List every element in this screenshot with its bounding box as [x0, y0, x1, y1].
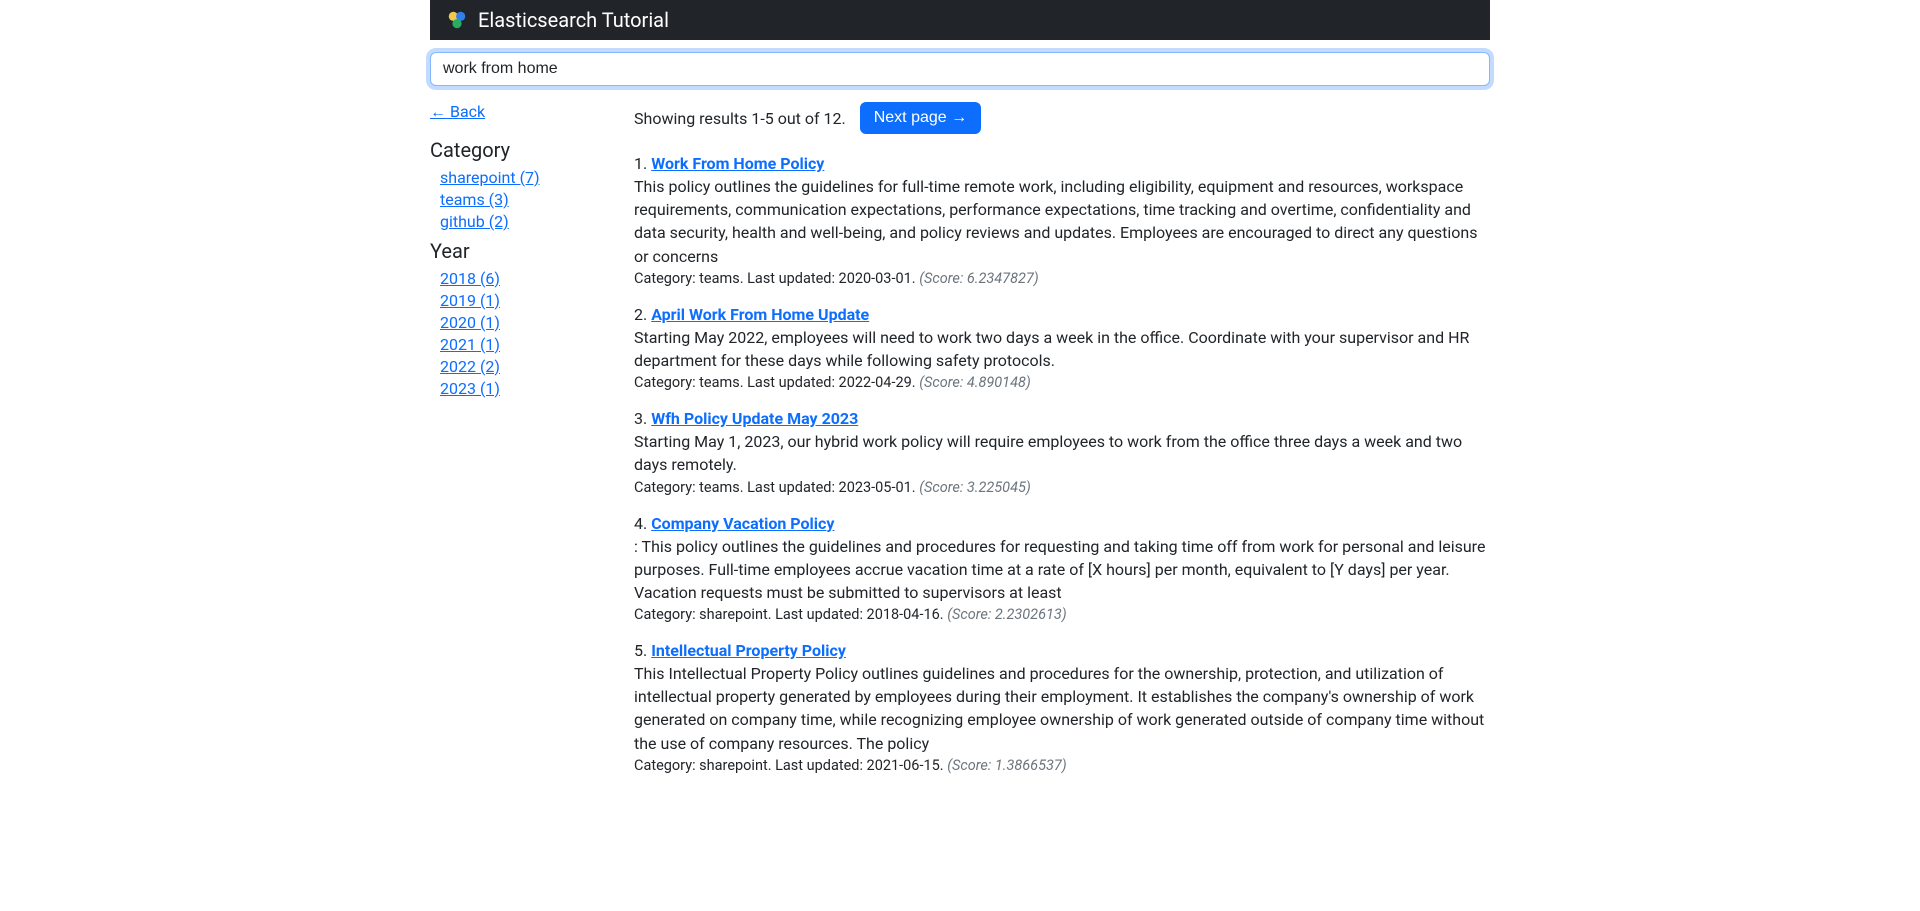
facet-item: teams (3) — [430, 190, 610, 209]
result-snippet: : This policy outlines the guidelines an… — [634, 535, 1490, 605]
container: ← Back Category sharepoint (7) teams (3)… — [430, 40, 1490, 792]
facet-list-year: 2018 (6) 2019 (1) 2020 (1) 2021 (1) 2022… — [430, 269, 610, 398]
result-meta: Category: sharepoint. Last updated: 2018… — [634, 606, 1490, 623]
search-row — [430, 52, 1490, 86]
result-heading: 3. Wfh Policy Update May 2023 — [634, 409, 1490, 428]
result-heading: 2. April Work From Home Update — [634, 305, 1490, 324]
result-number: 1. — [634, 154, 651, 173]
result-meta: Category: teams. Last updated: 2023-05-0… — [634, 479, 1490, 496]
main: Showing results 1-5 out of 12. Next page… — [634, 102, 1490, 792]
result-title-link[interactable]: Intellectual Property Policy — [651, 641, 846, 660]
result-number: 2. — [634, 305, 651, 324]
facet-link-github[interactable]: github (2) — [440, 212, 509, 231]
result-number: 5. — [634, 641, 651, 660]
facet-link-2021[interactable]: 2021 (1) — [440, 335, 500, 354]
result-snippet: This Intellectual Property Policy outlin… — [634, 662, 1490, 755]
result-number: 4. — [634, 514, 651, 533]
facet-item: 2021 (1) — [430, 335, 610, 354]
result-heading: 4. Company Vacation Policy — [634, 514, 1490, 533]
facet-link-sharepoint[interactable]: sharepoint (7) — [440, 168, 540, 187]
brand-title: Elasticsearch Tutorial — [478, 8, 669, 32]
facet-title: Year — [430, 239, 610, 263]
navbar: Elasticsearch Tutorial — [430, 0, 1490, 40]
page-wrapper: Elasticsearch Tutorial ← Back Category s… — [430, 0, 1490, 792]
result-title-link[interactable]: April Work From Home Update — [651, 305, 869, 324]
result-meta-text: Category: teams. Last updated: 2023-05-0… — [634, 479, 919, 496]
facet-link-2018[interactable]: 2018 (6) — [440, 269, 500, 288]
result-item: 2. April Work From Home Update Starting … — [634, 305, 1490, 391]
facet-item: 2020 (1) — [430, 313, 610, 332]
results-header: Showing results 1-5 out of 12. Next page… — [634, 102, 1490, 134]
result-item: 4. Company Vacation Policy : This policy… — [634, 514, 1490, 624]
facet-item: 2019 (1) — [430, 291, 610, 310]
result-title-link[interactable]: Wfh Policy Update May 2023 — [651, 409, 858, 428]
elasticsearch-logo-icon — [446, 9, 468, 31]
result-meta-text: Category: sharepoint. Last updated: 2021… — [634, 757, 947, 774]
result-meta: Category: teams. Last updated: 2020-03-0… — [634, 270, 1490, 287]
result-score: (Score: 2.2302613) — [947, 606, 1067, 623]
sidebar: ← Back Category sharepoint (7) teams (3)… — [430, 102, 610, 792]
facet-link-teams[interactable]: teams (3) — [440, 190, 509, 209]
facet-link-2022[interactable]: 2022 (2) — [440, 357, 500, 376]
result-item: 3. Wfh Policy Update May 2023 Starting M… — [634, 409, 1490, 495]
search-input[interactable] — [430, 52, 1490, 86]
facet-item: 2022 (2) — [430, 357, 610, 376]
facet-item: 2023 (1) — [430, 379, 610, 398]
result-score: (Score: 4.890148) — [919, 374, 1031, 391]
facet-link-2023[interactable]: 2023 (1) — [440, 379, 500, 398]
facet-list-category: sharepoint (7) teams (3) github (2) — [430, 168, 610, 231]
result-score: (Score: 6.2347827) — [919, 270, 1039, 287]
result-heading: 5. Intellectual Property Policy — [634, 641, 1490, 660]
facet-link-2019[interactable]: 2019 (1) — [440, 291, 500, 310]
result-score: (Score: 3.225045) — [919, 479, 1031, 496]
result-meta: Category: teams. Last updated: 2022-04-2… — [634, 374, 1490, 391]
result-item: 1. Work From Home Policy This policy out… — [634, 154, 1490, 287]
result-meta-text: Category: sharepoint. Last updated: 2018… — [634, 606, 947, 623]
result-heading: 1. Work From Home Policy — [634, 154, 1490, 173]
result-snippet: This policy outlines the guidelines for … — [634, 175, 1490, 268]
results-summary: Showing results 1-5 out of 12. — [634, 109, 846, 128]
result-snippet: Starting May 2022, employees will need t… — [634, 326, 1490, 372]
facet-title: Category — [430, 138, 610, 162]
result-number: 3. — [634, 409, 651, 428]
result-title-link[interactable]: Work From Home Policy — [651, 154, 824, 173]
result-meta: Category: sharepoint. Last updated: 2021… — [634, 757, 1490, 774]
facet-item: 2018 (6) — [430, 269, 610, 288]
result-title-link[interactable]: Company Vacation Policy — [651, 514, 834, 533]
facet-item: github (2) — [430, 212, 610, 231]
layout: ← Back Category sharepoint (7) teams (3)… — [430, 102, 1490, 792]
facet-group-category: Category sharepoint (7) teams (3) github… — [430, 138, 610, 231]
facet-link-2020[interactable]: 2020 (1) — [440, 313, 500, 332]
result-score: (Score: 1.3866537) — [947, 757, 1067, 774]
facet-group-year: Year 2018 (6) 2019 (1) 2020 (1) 2021 (1)… — [430, 239, 610, 398]
result-meta-text: Category: teams. Last updated: 2022-04-2… — [634, 374, 919, 391]
result-snippet: Starting May 1, 2023, our hybrid work po… — [634, 430, 1490, 476]
facet-item: sharepoint (7) — [430, 168, 610, 187]
result-item: 5. Intellectual Property Policy This Int… — [634, 641, 1490, 774]
back-link[interactable]: ← Back — [430, 102, 485, 122]
result-meta-text: Category: teams. Last updated: 2020-03-0… — [634, 270, 919, 287]
next-page-button[interactable]: Next page → — [860, 102, 981, 134]
